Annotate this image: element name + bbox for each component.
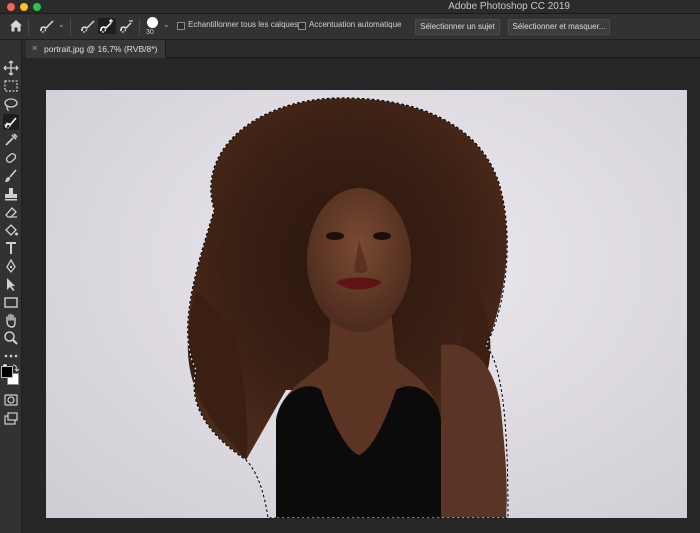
- zoom-icon[interactable]: [3, 330, 19, 346]
- sample-all-layers-checkbox[interactable]: [177, 22, 185, 30]
- foreground-color-swatch[interactable]: [1, 366, 13, 378]
- eraser-icon[interactable]: [3, 204, 19, 220]
- eyedropper-icon[interactable]: [3, 132, 19, 148]
- auto-enhance-checkbox[interactable]: [298, 22, 306, 30]
- path-selection-icon[interactable]: [3, 276, 19, 292]
- healing-brush-icon[interactable]: [3, 150, 19, 166]
- window-title: Adobe Photoshop CC 2019: [448, 1, 570, 12]
- add-to-selection-icon[interactable]: [98, 18, 116, 34]
- brush-size-picker[interactable]: 30: [145, 17, 161, 37]
- paint-bucket-icon[interactable]: [3, 222, 19, 238]
- portrait-image[interactable]: [46, 90, 687, 518]
- hand-icon[interactable]: [3, 312, 19, 328]
- divider: [139, 18, 140, 36]
- quick-selection-icon[interactable]: [3, 114, 19, 130]
- document-tab-bar: × portrait.jpg @ 16,7% (RVB/8*): [22, 40, 700, 58]
- select-and-mask-button[interactable]: Sélectionner et masquer...: [508, 19, 610, 35]
- new-selection-icon[interactable]: [79, 18, 97, 34]
- brush-size-value: 30: [146, 29, 154, 36]
- rectangle-icon[interactable]: [3, 294, 19, 310]
- home-icon[interactable]: [9, 19, 23, 38]
- tool-preset-picker-icon[interactable]: [38, 18, 56, 34]
- pen-icon[interactable]: [3, 258, 19, 274]
- clone-stamp-icon[interactable]: [3, 186, 19, 202]
- document-tab-label: portrait.jpg @ 16,7% (RVB/8*): [44, 44, 158, 54]
- auto-enhance-label: Accentuation automatique: [309, 20, 402, 29]
- options-bar: ⌄ 30 ⌄ Echantillonner tous les calques A…: [0, 14, 700, 40]
- divider: [28, 18, 29, 36]
- brush-preview-icon: [147, 17, 158, 28]
- sample-all-layers-label: Echantillonner tous les calques: [188, 20, 299, 29]
- tools-panel: [0, 40, 22, 533]
- chevron-down-icon[interactable]: ⌄: [163, 20, 170, 29]
- quick-mask-icon[interactable]: [3, 392, 19, 408]
- screen-mode-icon[interactable]: [3, 411, 19, 427]
- type-icon[interactable]: [3, 240, 19, 256]
- select-subject-button[interactable]: Sélectionner un sujet: [415, 19, 500, 35]
- chevron-down-icon[interactable]: ⌄: [58, 20, 65, 29]
- move-icon[interactable]: [3, 60, 19, 76]
- document-tab[interactable]: × portrait.jpg @ 16,7% (RVB/8*): [26, 40, 166, 58]
- subtract-from-selection-icon[interactable]: [118, 18, 136, 34]
- lasso-icon[interactable]: [3, 96, 19, 112]
- brush-icon[interactable]: [3, 168, 19, 184]
- close-tab-icon[interactable]: ×: [32, 43, 37, 53]
- title-bar: Adobe Photoshop CC 2019: [0, 0, 700, 14]
- marquee-icon[interactable]: [3, 78, 19, 94]
- divider: [70, 18, 71, 36]
